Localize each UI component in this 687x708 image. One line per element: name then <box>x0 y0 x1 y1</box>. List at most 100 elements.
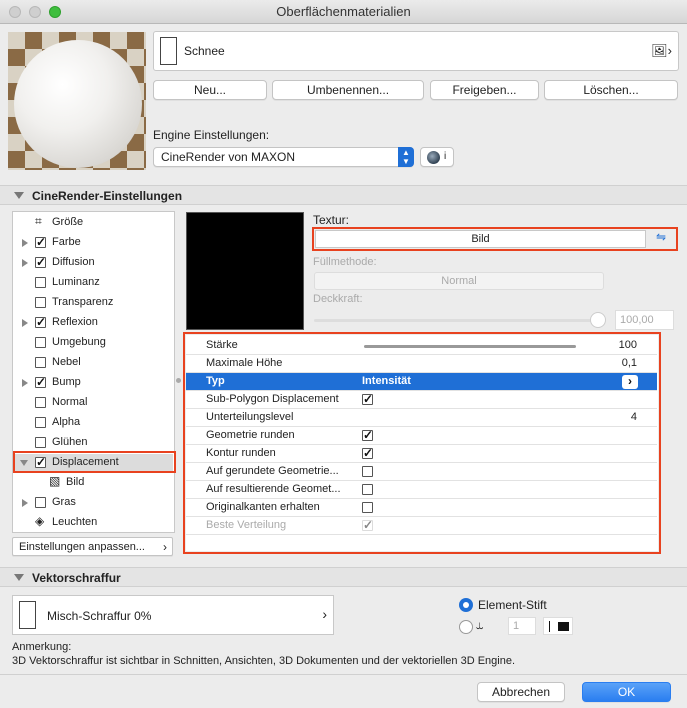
sidebar-item-label: Umgebung <box>52 336 106 348</box>
cinerender-header-label: CineRender-Einstellungen <box>32 189 183 203</box>
texture-browse-icon[interactable]: ⇋ <box>650 230 672 248</box>
sidebar-item-4[interactable]: Luminanz <box>13 274 173 292</box>
sidebar-item-16[interactable]: ◈ Leuchten <box>13 514 173 532</box>
properties-highlight <box>183 332 661 554</box>
sidebar-item-6[interactable]: Reflexion <box>13 314 173 332</box>
customize-settings-label: Einstellungen anpassen... <box>19 541 145 553</box>
select-arrows-icon: ▲ ▼ <box>398 147 414 167</box>
sidebar-item-14[interactable]: ▧ Bild <box>13 474 173 492</box>
channel-checkbox[interactable] <box>35 255 46 269</box>
channel-checkbox[interactable] <box>35 277 46 288</box>
fill-method-select[interactable]: Normal <box>314 272 604 290</box>
texture-label: Textur: <box>313 213 350 227</box>
light-icon: ◈ <box>35 514 45 528</box>
engine-select-value: CineRender von MAXON <box>161 150 296 164</box>
sidebar-item-10[interactable]: Normal <box>13 394 173 412</box>
opacity-value: 100,00 <box>620 314 654 326</box>
channel-checkbox[interactable] <box>35 417 46 428</box>
channel-checkbox[interactable] <box>35 337 46 348</box>
channel-checkbox[interactable] <box>35 437 46 448</box>
material-name: Schnee <box>184 44 225 58</box>
pen-number-input[interactable]: 1 <box>508 617 536 635</box>
engine-info-button[interactable]: i <box>420 147 454 167</box>
sidebar-item-label: Glühen <box>52 436 88 448</box>
sidebar-item-15[interactable]: Gras <box>13 494 173 512</box>
disclosure-right-icon[interactable] <box>22 319 28 327</box>
radio-dot <box>463 602 469 608</box>
chevron-right-icon: › <box>322 606 327 622</box>
texture-preview <box>186 212 304 330</box>
channel-checkbox[interactable] <box>35 315 46 329</box>
opacity-input[interactable]: 100,00 <box>615 310 674 330</box>
disclosure-right-icon[interactable] <box>22 499 28 507</box>
opacity-label: Deckkraft: <box>313 293 363 305</box>
ok-button[interactable]: OK <box>582 682 671 702</box>
chevron-right-icon: › <box>163 540 167 554</box>
cinerender-section-header[interactable]: CineRender-Einstellungen <box>0 185 687 205</box>
vector-fill-field[interactable]: Misch-Schraffur 0% › <box>12 595 334 635</box>
sidebar-item-label: Bump <box>52 376 81 388</box>
sidebar-item-3[interactable]: Diffusion <box>13 254 173 272</box>
delete-button[interactable]: Löschen... <box>544 80 678 100</box>
texture-value: Bild <box>471 233 490 245</box>
channel-checkbox[interactable] <box>35 375 46 389</box>
note-text: 3D Vektorschraffur ist sichtbar in Schni… <box>12 655 516 667</box>
vector-header-label: Vektorschraffur <box>32 571 121 585</box>
opacity-slider-track[interactable] <box>314 319 604 322</box>
channel-checkbox[interactable] <box>35 297 46 308</box>
pen-icon: ⥿ <box>476 617 484 632</box>
sidebar-item-label: Normal <box>52 396 88 408</box>
vector-section-header[interactable]: Vektorschraffur <box>0 567 687 587</box>
sidebar-item-label: Gras <box>52 496 76 508</box>
sidebar-item-12[interactable]: Glühen <box>13 434 173 452</box>
sidebar-item-label: Größe <box>52 216 84 228</box>
disclosure-right-icon[interactable] <box>22 379 28 387</box>
channel-checkbox[interactable] <box>35 235 46 249</box>
splitter-handle[interactable] <box>176 378 181 383</box>
preview-sphere <box>14 40 142 168</box>
disclosure-right-icon[interactable] <box>22 239 28 247</box>
disclosure-down-icon <box>14 192 24 199</box>
image-icon: ▧ <box>49 474 61 488</box>
sidebar-item-8[interactable]: Nebel <box>13 354 173 372</box>
engine-select[interactable]: CineRender von MAXON ▲ ▼ <box>153 147 414 167</box>
pen-color-swatch[interactable] <box>543 617 573 635</box>
catalog-icon[interactable]: 🖼› <box>651 43 672 59</box>
disclosure-right-icon[interactable] <box>22 259 28 267</box>
sidebar-item-1[interactable]: ⌗ Größe <box>13 214 173 232</box>
channel-checkbox[interactable] <box>35 357 46 368</box>
sidebar-item-label: Transparenz <box>52 296 114 308</box>
pen-color-fill <box>558 622 569 631</box>
custom-pen-radio[interactable] <box>459 620 473 634</box>
pen-number-value: 1 <box>513 620 520 632</box>
rename-button[interactable]: Umbenennen... <box>272 80 424 100</box>
sidebar-item-7[interactable]: Umgebung <box>13 334 173 352</box>
resize-icon: ⌗ <box>35 214 42 228</box>
cinema4d-icon <box>427 151 440 164</box>
share-button[interactable]: Freigeben... <box>430 80 539 100</box>
sidebar-item-9[interactable]: Bump <box>13 374 173 392</box>
sidebar-item-label: Bild <box>66 476 85 488</box>
channel-checkbox[interactable] <box>35 397 46 408</box>
fill-method-value: Normal <box>441 275 477 287</box>
footer-divider <box>0 674 687 675</box>
material-preview <box>8 32 146 170</box>
opacity-slider-thumb[interactable] <box>590 312 606 328</box>
material-name-field[interactable]: Schnee 🖼› <box>153 31 679 71</box>
sidebar-item-2[interactable]: Farbe <box>13 234 173 252</box>
info-icon: i <box>444 151 447 162</box>
sidebar-item-label: Diffusion <box>52 256 95 268</box>
sidebar-item-11[interactable]: Alpha <box>13 414 173 432</box>
displacement-highlight <box>13 451 176 473</box>
element-pen-radio[interactable] <box>459 598 473 612</box>
fill-method-label: Füllmethode: <box>313 256 377 268</box>
element-pen-label: Element-Stift <box>478 598 547 612</box>
channel-checkbox[interactable] <box>35 497 46 508</box>
sidebar-item-label: Reflexion <box>52 316 98 328</box>
sidebar-item-5[interactable]: Transparenz <box>13 294 173 312</box>
texture-field[interactable]: Bild <box>315 230 646 248</box>
new-button[interactable]: Neu... <box>153 80 267 100</box>
sidebar-item-label: Luminanz <box>52 276 100 288</box>
cancel-button[interactable]: Abbrechen <box>477 682 565 702</box>
customize-settings-button[interactable]: Einstellungen anpassen... › <box>12 537 173 556</box>
